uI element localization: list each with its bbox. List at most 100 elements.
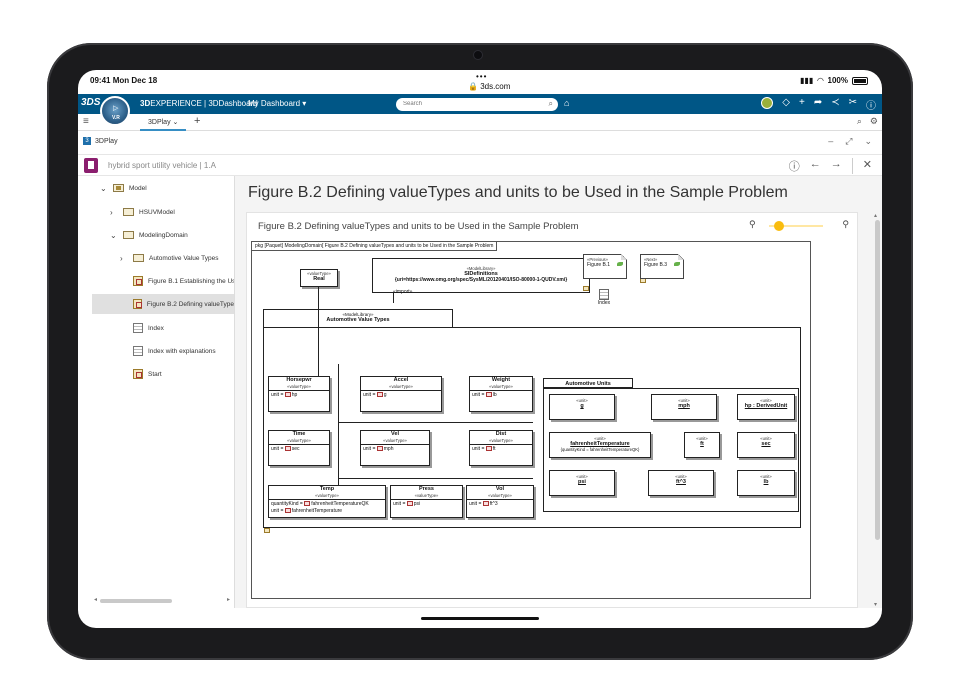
chat-icon[interactable]: ◇ xyxy=(782,97,790,112)
unit-fahrenheittemperature[interactable]: «unit» fahrenheitTemperature {quantityKind… xyxy=(549,432,651,458)
zoom-in-icon[interactable]: ⚲ xyxy=(842,219,849,230)
tag-icon[interactable]: ⌂ xyxy=(564,98,569,108)
sidefinitions-library[interactable]: «ModelLibrary» SIDefinitions {uri=https:… xyxy=(372,258,590,293)
add-tab-icon[interactable]: + xyxy=(194,115,200,127)
3dplay-icon: 3 xyxy=(83,137,91,145)
back-arrow-icon[interactable]: ← xyxy=(810,158,821,174)
tree-item-index-explanations[interactable]: Index with explanations xyxy=(133,343,216,359)
valuetype-vol[interactable]: Vol «valueType» unit = ft^3 xyxy=(466,485,534,518)
tree-item-label: Index with explanations xyxy=(148,347,216,355)
valuetype-accel[interactable]: Accel «valueType» unit = g xyxy=(360,376,442,412)
tree-item-model[interactable]: ⌄ Model xyxy=(100,180,147,196)
scroll-down-icon[interactable]: ▾ xyxy=(874,601,877,608)
browser-dots-icon[interactable]: ••• xyxy=(476,72,487,81)
scroll-right-icon[interactable]: ▸ xyxy=(227,596,230,603)
maximize-icon[interactable]: ⤢ xyxy=(845,136,852,147)
zoom-slider-knob[interactable] xyxy=(774,221,785,231)
diagram-link-icon[interactable] xyxy=(264,528,270,533)
document-icon xyxy=(133,323,143,333)
avatar[interactable] xyxy=(761,97,774,109)
unit-sec[interactable]: «unit» sec xyxy=(737,432,795,458)
chevron-down-icon[interactable]: ⌄ xyxy=(110,231,118,240)
tree-scrollbar[interactable]: ◂ ▸ xyxy=(94,596,230,604)
add-icon[interactable]: + xyxy=(799,97,805,112)
unit-ft3[interactable]: «unit» ft^3 xyxy=(648,470,714,496)
document-title: hybrid sport utility vehicle | 1.A xyxy=(108,161,216,170)
compass-icon[interactable]: ▷ V.R xyxy=(100,96,130,126)
attribute-row: unit = ft xyxy=(472,446,496,452)
send-icon[interactable]: ≺ xyxy=(831,97,839,112)
property-icon xyxy=(485,446,492,451)
property-icon xyxy=(376,392,383,397)
unit-ft[interactable]: «unit» ft xyxy=(684,432,720,458)
valuetype-dist[interactable]: Dist «valueType» unit = ft xyxy=(469,430,533,466)
unit-lb[interactable]: «unit» lb xyxy=(737,470,795,496)
hamburger-icon[interactable]: ≡ xyxy=(83,116,89,127)
zoom-out-icon[interactable]: ⚲ xyxy=(749,219,756,230)
next-note[interactable]: «Next» Figure B.3 xyxy=(640,254,684,279)
block-name: psi xyxy=(578,479,586,485)
chevron-right-icon[interactable]: › xyxy=(120,254,128,263)
scroll-thumb[interactable] xyxy=(875,220,880,540)
widget-controls: – ⤢ ⌄ xyxy=(828,136,872,147)
block-name: Dist xyxy=(495,431,507,437)
forward-arrow-icon[interactable]: → xyxy=(831,158,842,174)
valuetype-real[interactable]: «valueType» Real xyxy=(300,269,338,287)
search-icon[interactable]: ⌕ xyxy=(549,99,553,109)
dashboard-menu[interactable]: My Dashboard ▾ xyxy=(248,99,306,108)
unit-hp[interactable]: «unit» hp : DerivedUnit xyxy=(737,394,795,420)
settings-toggle-icon[interactable]: ⚙ xyxy=(870,116,878,127)
chevron-down-icon[interactable]: ⌄ xyxy=(100,184,108,193)
unit-psi[interactable]: «unit» psi xyxy=(549,470,615,496)
package-tab: «ModelLibrary» Automotive Value Types xyxy=(263,309,453,328)
valuetype-vel[interactable]: Vel «valueType» unit = mph xyxy=(360,430,430,466)
index-link[interactable]: Index xyxy=(595,289,613,306)
scroll-thumb[interactable] xyxy=(100,599,172,603)
tree-item-figure-b1[interactable]: Figure B.1 Establishing the Us xyxy=(133,273,235,289)
diagram-panel: Figure B.2 Defining valueTypes and units… xyxy=(246,212,858,608)
sysml-diagram[interactable]: pkg [Paquet] ModelingDomain[ Figure B.2 … xyxy=(251,241,811,599)
unit-mph[interactable]: «unit» mph xyxy=(651,394,717,420)
previous-note[interactable]: «Previous» Figure B.1 xyxy=(583,254,627,279)
scroll-up-icon[interactable]: ▴ xyxy=(874,212,877,219)
chevron-right-icon[interactable]: › xyxy=(110,208,118,217)
url-label[interactable]: 🔒 3ds.com xyxy=(468,82,510,91)
attribute-row: unit = mph xyxy=(363,446,394,452)
help-icon[interactable]: ⓘ xyxy=(866,97,876,112)
block-name: Vel xyxy=(391,431,399,437)
zoom-control[interactable]: ⚲ ⚲ xyxy=(749,219,849,232)
unit-g[interactable]: «unit» g xyxy=(549,394,615,420)
tree-item-hsuvmodel[interactable]: › HSUVModel xyxy=(110,204,175,220)
minimize-icon[interactable]: – xyxy=(828,136,833,147)
close-icon[interactable]: ✕ xyxy=(863,158,872,174)
tree-item-start[interactable]: Start xyxy=(133,366,162,382)
diagram-link-icon[interactable] xyxy=(583,286,589,291)
status-right: ▮▮▮ ◠ 100% xyxy=(800,76,868,85)
block-name: Temp xyxy=(319,486,335,492)
tree-item-index[interactable]: Index xyxy=(133,320,164,336)
search-input[interactable] xyxy=(403,101,543,107)
content-scrollbar[interactable]: ▴ ▾ xyxy=(874,212,880,608)
tree-item-automotive-value-types[interactable]: › Automotive Value Types xyxy=(120,250,219,266)
tree-item-modelingdomain[interactable]: ⌄ ModelingDomain xyxy=(110,227,188,243)
info-icon[interactable]: ⓘ xyxy=(789,158,800,174)
tree-item-figure-b2[interactable]: Figure B.2 Defining valueType xyxy=(92,294,234,314)
search-icon[interactable]: ⌕ xyxy=(857,116,862,127)
tab-3dplay[interactable]: 3DPlay ⌄ xyxy=(140,114,187,131)
block-name: hp : DerivedUnit xyxy=(744,403,788,409)
scroll-left-icon[interactable]: ◂ xyxy=(94,596,97,603)
valuetype-temp[interactable]: Temp «valueType» quantityKind = fahrenhe… xyxy=(268,485,386,518)
valuetype-press[interactable]: Press «valueType» unit = psi xyxy=(390,485,463,518)
chevron-down-icon[interactable]: ⌄ xyxy=(864,136,872,147)
valuetype-weight[interactable]: Weight «valueType» unit = lb xyxy=(469,376,533,412)
valuetype-time[interactable]: Time «valueType» unit = sec xyxy=(268,430,330,466)
search-box[interactable]: ⌕ xyxy=(396,98,558,111)
tools-icon[interactable]: ✂ xyxy=(849,97,857,112)
diagram-icon xyxy=(133,369,143,379)
attribute-row: unit = fahrenheitTemperature xyxy=(271,508,343,514)
ds-logo-icon[interactable]: 3DS xyxy=(81,97,100,108)
battery-icon xyxy=(852,76,868,85)
tree-item-label: HSUVModel xyxy=(139,208,175,216)
valuetype-horsepwr[interactable]: Horsepwr «valueType» unit = hp xyxy=(268,376,330,412)
share-icon[interactable]: ➦ xyxy=(814,97,822,112)
